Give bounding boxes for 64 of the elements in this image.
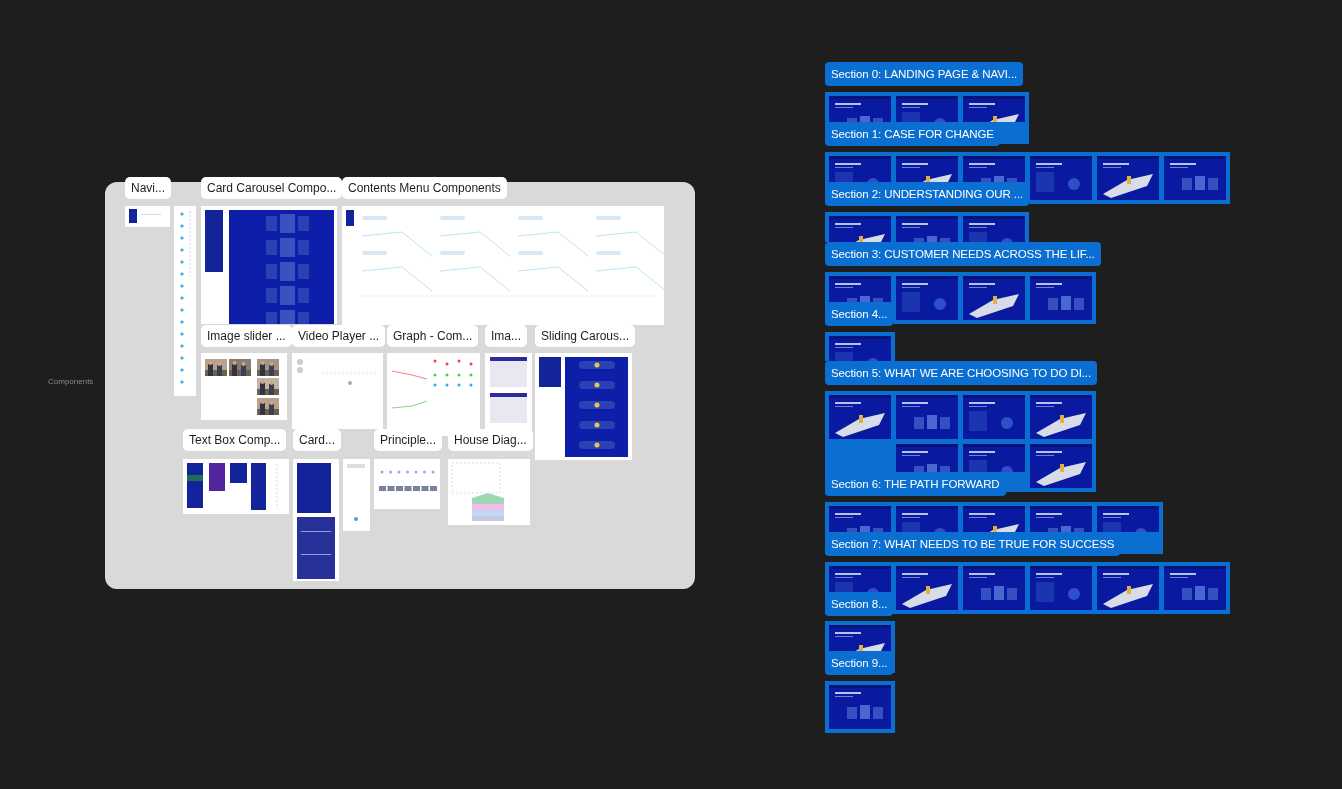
section-title: Components: [48, 377, 94, 386]
frame-label[interactable]: Sliding Carous...: [535, 325, 636, 347]
slide-thumbnail: [829, 336, 891, 361]
slide-thumbnail: [829, 685, 891, 729]
slide-thumbnail: [1097, 506, 1159, 532]
section-label[interactable]: Section 5: WHAT WE ARE CHOOSING TO DO DI...: [825, 361, 1098, 385]
component-preview-drawing: [374, 459, 440, 509]
slide-thumbnail: [896, 276, 958, 320]
frame-label[interactable]: Contents Menu Components: [342, 177, 507, 199]
slide-thumbnail: [1030, 444, 1092, 488]
slide-thumbnail: [829, 96, 891, 122]
slide-thumbnail: [896, 444, 958, 472]
slide-thumbnail: [963, 506, 1025, 532]
slide-thumbnail: [963, 444, 1025, 472]
slide-thumbnail: [896, 506, 958, 532]
section-frame[interactable]: [825, 332, 895, 361]
slide-thumbnail: [963, 276, 1025, 320]
component-preview-drawing: [343, 459, 370, 531]
frame-label[interactable]: Principle...: [374, 429, 443, 451]
frame-label[interactable]: Navi...: [125, 177, 171, 199]
frame-label[interactable]: Video Player ...: [292, 325, 386, 347]
slide-thumbnail: [829, 566, 891, 592]
frame-label[interactable]: Image slider ...: [201, 325, 292, 347]
frame-label[interactable]: Text Box Comp...: [183, 429, 287, 451]
slide-thumbnail: [1030, 566, 1092, 610]
section-frame[interactable]: Section 4...: [825, 272, 1096, 324]
frame-label[interactable]: Graph - Com...: [387, 325, 479, 347]
slide-thumbnail: [829, 156, 891, 182]
slide-thumbnail: [963, 156, 1025, 182]
section-label[interactable]: Section 3: CUSTOMER NEEDS ACROSS THE LIF...: [825, 242, 1101, 266]
slide-thumbnail: [963, 216, 1025, 242]
slide-thumbnail: [829, 276, 891, 302]
slide-thumbnail: [896, 216, 958, 242]
section-frame[interactable]: Section 9...: [825, 621, 895, 673]
section-frame[interactable]: Section 2: UNDERSTANDING OUR ...: [825, 152, 1230, 204]
slide-thumbnail: [829, 625, 891, 651]
slide-thumbnail: [829, 395, 891, 439]
frame-label[interactable]: Card...: [293, 429, 341, 451]
slide-thumbnail: [1164, 566, 1226, 610]
slide-thumbnail: [896, 96, 958, 122]
slide-thumbnail: [829, 216, 891, 242]
slide-thumbnail: [1164, 156, 1226, 200]
section-frame[interactable]: Section 7: WHAT NEEDS TO BE TRUE FOR SUCCESS: [825, 502, 1163, 554]
slide-thumbnail: [896, 395, 958, 439]
section-frame[interactable]: Section 8...: [825, 562, 1230, 614]
slide-thumbnail: [1030, 506, 1092, 532]
frame-label[interactable]: House Diag...: [448, 429, 533, 451]
slide-thumbnail: [829, 506, 891, 532]
section-frame[interactable]: Section 1: CASE FOR CHANGE: [825, 92, 1029, 144]
slide-thumbnail: [963, 96, 1025, 122]
frame-label[interactable]: Card Carousel Compo...: [201, 177, 343, 199]
slide-thumbnail: [1097, 156, 1159, 200]
slide-thumbnail: [1030, 276, 1092, 320]
frame-label[interactable]: Ima...: [485, 325, 527, 347]
component-preview-drawing: [125, 206, 170, 227]
section-frame[interactable]: [825, 212, 1029, 242]
slide-thumbnail: [896, 156, 958, 182]
slide-thumbnail: [1097, 566, 1159, 610]
slide-thumbnail: [1030, 156, 1092, 200]
slide-thumbnail: [963, 395, 1025, 439]
slide-thumbnail: [963, 566, 1025, 610]
section-label[interactable]: Section 0: LANDING PAGE & NAVI...: [825, 62, 1024, 86]
slide-thumbnail: [1030, 395, 1092, 439]
slide-thumbnail: [896, 566, 958, 610]
